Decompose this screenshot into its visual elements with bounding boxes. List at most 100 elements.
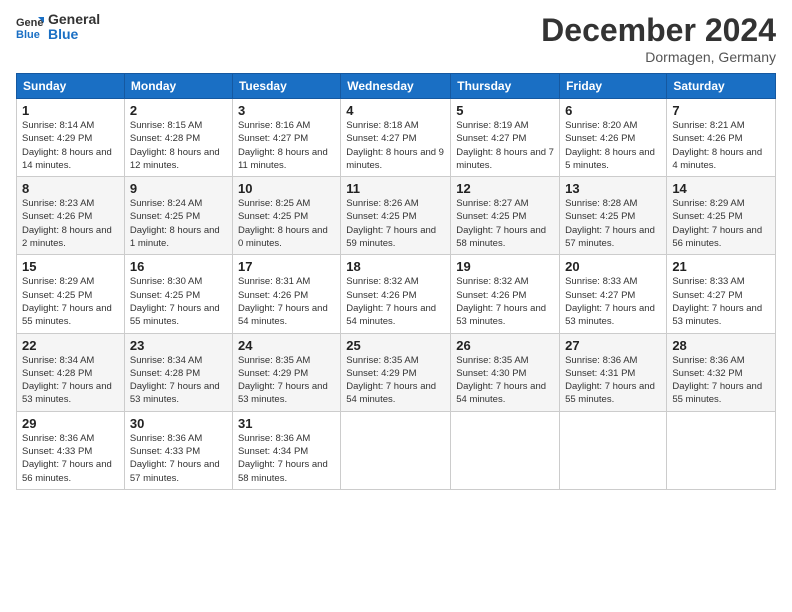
logo-blue: Blue [48,27,100,42]
sunrise-text: Sunrise: 8:14 AM [22,120,94,131]
daylight-text: Daylight: 7 hours and 53 minutes. [565,303,655,327]
day-cell: 16 Sunrise: 8:30 AM Sunset: 4:25 PM Dayl… [124,255,232,333]
logo-icon: General Blue [16,13,44,41]
sunset-text: Sunset: 4:25 PM [238,211,308,222]
day-number: 18 [346,259,445,274]
day-number: 17 [238,259,335,274]
day-info: Sunrise: 8:30 AM Sunset: 4:25 PM Dayligh… [130,275,227,328]
sunrise-text: Sunrise: 8:36 AM [238,433,310,444]
sunset-text: Sunset: 4:33 PM [22,446,92,457]
day-cell: 5 Sunrise: 8:19 AM Sunset: 4:27 PM Dayli… [451,99,560,177]
daylight-text: Daylight: 8 hours and 12 minutes. [130,147,220,171]
daylight-text: Daylight: 7 hours and 57 minutes. [130,459,220,483]
week-row-2: 8 Sunrise: 8:23 AM Sunset: 4:26 PM Dayli… [17,177,776,255]
day-cell: 17 Sunrise: 8:31 AM Sunset: 4:26 PM Dayl… [232,255,340,333]
day-cell: 29 Sunrise: 8:36 AM Sunset: 4:33 PM Dayl… [17,411,125,489]
sunrise-text: Sunrise: 8:24 AM [130,198,202,209]
day-info: Sunrise: 8:16 AM Sunset: 4:27 PM Dayligh… [238,119,335,172]
daylight-text: Daylight: 7 hours and 53 minutes. [22,381,112,405]
day-cell: 30 Sunrise: 8:36 AM Sunset: 4:33 PM Dayl… [124,411,232,489]
sunset-text: Sunset: 4:25 PM [130,211,200,222]
day-number: 15 [22,259,119,274]
day-number: 1 [22,103,119,118]
day-number: 10 [238,181,335,196]
weekday-sunday: Sunday [17,74,125,99]
day-info: Sunrise: 8:32 AM Sunset: 4:26 PM Dayligh… [456,275,554,328]
page: General Blue General Blue December 2024 … [0,0,792,612]
sunset-text: Sunset: 4:25 PM [346,211,416,222]
day-cell: 13 Sunrise: 8:28 AM Sunset: 4:25 PM Dayl… [560,177,667,255]
day-cell: 21 Sunrise: 8:33 AM Sunset: 4:27 PM Dayl… [667,255,776,333]
logo-general: General [48,12,100,27]
sunrise-text: Sunrise: 8:31 AM [238,276,310,287]
day-cell: 19 Sunrise: 8:32 AM Sunset: 4:26 PM Dayl… [451,255,560,333]
title-block: December 2024 Dormagen, Germany [541,12,776,65]
sunset-text: Sunset: 4:27 PM [456,133,526,144]
day-cell [667,411,776,489]
day-number: 9 [130,181,227,196]
daylight-text: Daylight: 7 hours and 57 minutes. [565,225,655,249]
weekday-thursday: Thursday [451,74,560,99]
day-info: Sunrise: 8:24 AM Sunset: 4:25 PM Dayligh… [130,197,227,250]
sunset-text: Sunset: 4:28 PM [130,133,200,144]
day-number: 27 [565,338,661,353]
sunrise-text: Sunrise: 8:36 AM [130,433,202,444]
daylight-text: Daylight: 8 hours and 4 minutes. [672,147,762,171]
day-number: 3 [238,103,335,118]
day-number: 31 [238,416,335,431]
sunset-text: Sunset: 4:28 PM [130,368,200,379]
day-number: 29 [22,416,119,431]
daylight-text: Daylight: 7 hours and 53 minutes. [130,381,220,405]
week-row-1: 1 Sunrise: 8:14 AM Sunset: 4:29 PM Dayli… [17,99,776,177]
day-cell: 11 Sunrise: 8:26 AM Sunset: 4:25 PM Dayl… [341,177,451,255]
week-row-5: 29 Sunrise: 8:36 AM Sunset: 4:33 PM Dayl… [17,411,776,489]
sunrise-text: Sunrise: 8:30 AM [130,276,202,287]
daylight-text: Daylight: 7 hours and 58 minutes. [456,225,546,249]
sunset-text: Sunset: 4:27 PM [346,133,416,144]
day-info: Sunrise: 8:18 AM Sunset: 4:27 PM Dayligh… [346,119,445,172]
day-cell: 24 Sunrise: 8:35 AM Sunset: 4:29 PM Dayl… [232,333,340,411]
daylight-text: Daylight: 7 hours and 58 minutes. [238,459,328,483]
day-number: 25 [346,338,445,353]
daylight-text: Daylight: 7 hours and 55 minutes. [22,303,112,327]
sunrise-text: Sunrise: 8:33 AM [565,276,637,287]
sunset-text: Sunset: 4:32 PM [672,368,742,379]
day-cell: 27 Sunrise: 8:36 AM Sunset: 4:31 PM Dayl… [560,333,667,411]
day-info: Sunrise: 8:36 AM Sunset: 4:32 PM Dayligh… [672,354,770,407]
sunrise-text: Sunrise: 8:35 AM [346,355,418,366]
sunset-text: Sunset: 4:26 PM [22,211,92,222]
day-cell: 4 Sunrise: 8:18 AM Sunset: 4:27 PM Dayli… [341,99,451,177]
daylight-text: Daylight: 7 hours and 59 minutes. [346,225,436,249]
day-info: Sunrise: 8:26 AM Sunset: 4:25 PM Dayligh… [346,197,445,250]
daylight-text: Daylight: 7 hours and 55 minutes. [130,303,220,327]
day-info: Sunrise: 8:31 AM Sunset: 4:26 PM Dayligh… [238,275,335,328]
day-number: 16 [130,259,227,274]
subtitle: Dormagen, Germany [541,49,776,65]
svg-text:Blue: Blue [16,29,40,41]
daylight-text: Daylight: 8 hours and 7 minutes. [456,147,554,171]
day-cell: 3 Sunrise: 8:16 AM Sunset: 4:27 PM Dayli… [232,99,340,177]
daylight-text: Daylight: 7 hours and 54 minutes. [346,303,436,327]
daylight-text: Daylight: 7 hours and 53 minutes. [672,303,762,327]
day-cell: 22 Sunrise: 8:34 AM Sunset: 4:28 PM Dayl… [17,333,125,411]
sunset-text: Sunset: 4:25 PM [22,290,92,301]
sunrise-text: Sunrise: 8:26 AM [346,198,418,209]
day-info: Sunrise: 8:36 AM Sunset: 4:33 PM Dayligh… [130,432,227,485]
sunrise-text: Sunrise: 8:36 AM [672,355,744,366]
day-info: Sunrise: 8:35 AM Sunset: 4:30 PM Dayligh… [456,354,554,407]
daylight-text: Daylight: 7 hours and 54 minutes. [456,381,546,405]
sunset-text: Sunset: 4:34 PM [238,446,308,457]
day-cell: 9 Sunrise: 8:24 AM Sunset: 4:25 PM Dayli… [124,177,232,255]
day-info: Sunrise: 8:33 AM Sunset: 4:27 PM Dayligh… [672,275,770,328]
sunset-text: Sunset: 4:25 PM [456,211,526,222]
day-info: Sunrise: 8:27 AM Sunset: 4:25 PM Dayligh… [456,197,554,250]
day-number: 11 [346,181,445,196]
day-info: Sunrise: 8:36 AM Sunset: 4:34 PM Dayligh… [238,432,335,485]
logo: General Blue General Blue [16,12,100,43]
week-row-4: 22 Sunrise: 8:34 AM Sunset: 4:28 PM Dayl… [17,333,776,411]
day-number: 22 [22,338,119,353]
day-number: 7 [672,103,770,118]
sunrise-text: Sunrise: 8:20 AM [565,120,637,131]
daylight-text: Daylight: 8 hours and 2 minutes. [22,225,112,249]
daylight-text: Daylight: 7 hours and 53 minutes. [238,381,328,405]
